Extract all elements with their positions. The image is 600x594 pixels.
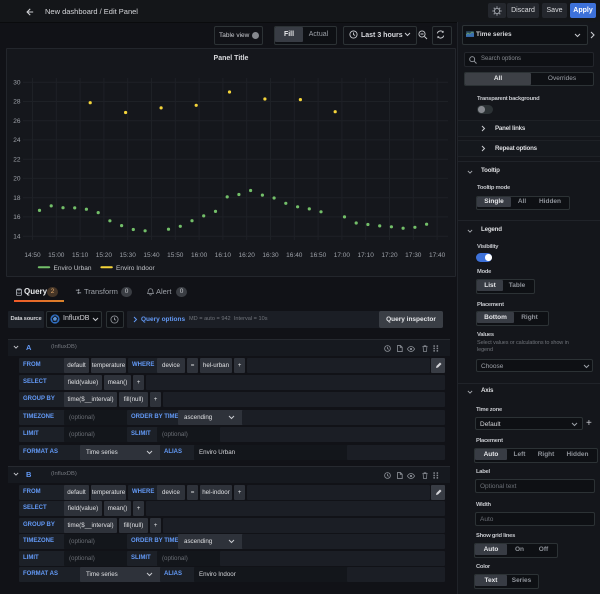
svg-text:26: 26 bbox=[13, 118, 21, 125]
svg-text:17:30: 17:30 bbox=[405, 252, 422, 259]
svg-text:16: 16 bbox=[13, 214, 21, 221]
svg-text:14:50: 14:50 bbox=[24, 252, 41, 259]
svg-text:15:40: 15:40 bbox=[143, 252, 160, 259]
svg-text:16:20: 16:20 bbox=[239, 252, 256, 259]
svg-text:17:40: 17:40 bbox=[429, 252, 446, 259]
svg-text:16:10: 16:10 bbox=[215, 252, 232, 259]
svg-text:Enviro Urban: Enviro Urban bbox=[54, 265, 92, 272]
svg-text:16:40: 16:40 bbox=[286, 252, 303, 259]
svg-text:15:50: 15:50 bbox=[167, 252, 184, 259]
svg-text:17:00: 17:00 bbox=[334, 252, 351, 259]
svg-text:18: 18 bbox=[13, 195, 21, 202]
svg-text:17:20: 17:20 bbox=[381, 252, 398, 259]
svg-text:15:10: 15:10 bbox=[72, 252, 89, 259]
svg-text:17:10: 17:10 bbox=[358, 252, 375, 259]
svg-text:22: 22 bbox=[13, 156, 21, 163]
svg-text:16:00: 16:00 bbox=[191, 252, 208, 259]
svg-text:Enviro Indoor: Enviro Indoor bbox=[116, 265, 155, 272]
svg-text:28: 28 bbox=[13, 99, 21, 106]
svg-text:20: 20 bbox=[13, 176, 21, 183]
svg-text:14: 14 bbox=[13, 233, 21, 240]
svg-text:15:30: 15:30 bbox=[120, 252, 137, 259]
svg-text:24: 24 bbox=[13, 137, 21, 144]
svg-text:15:20: 15:20 bbox=[96, 252, 113, 259]
svg-text:16:50: 16:50 bbox=[310, 252, 327, 259]
svg-text:Panel Title: Panel Title bbox=[214, 55, 249, 62]
svg-text:15:00: 15:00 bbox=[48, 252, 65, 259]
svg-text:16:30: 16:30 bbox=[262, 252, 279, 259]
svg-text:30: 30 bbox=[13, 79, 21, 86]
